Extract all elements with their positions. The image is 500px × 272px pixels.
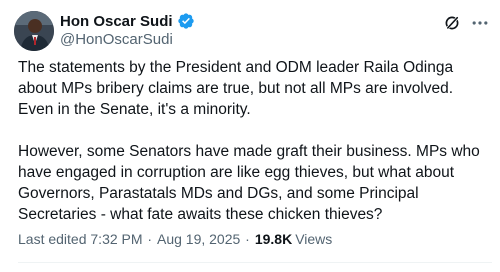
meta-separator: ·: [147, 231, 153, 247]
grok-button[interactable]: [441, 12, 463, 34]
post-paragraph: The statements by the President and ODM …: [18, 59, 454, 118]
views-label: Views: [295, 231, 333, 247]
post-text: The statements by the President and ODM …: [18, 57, 484, 246]
post-date[interactable]: Aug 19, 2025: [157, 231, 240, 247]
author-name-row[interactable]: Hon Oscar Sudi: [60, 12, 195, 30]
grok-icon: [445, 15, 460, 31]
more-options-icon: [472, 21, 488, 25]
post-paragraph: However, some Senators have made graft t…: [18, 143, 480, 223]
more-options-button[interactable]: [468, 12, 492, 34]
meta-separator: ·: [245, 231, 250, 247]
avatar[interactable]: [14, 11, 54, 51]
divider: [18, 262, 492, 263]
author-name[interactable]: Hon Oscar Sudi: [60, 13, 173, 30]
post-time[interactable]: 7:32 PM: [90, 231, 142, 247]
author-handle[interactable]: @HonOscarSudi: [60, 31, 173, 48]
verified-badge-icon: [177, 12, 195, 30]
post-meta: Last edited 7:32 PM · Aug 19, 2025 · 19.8…: [18, 231, 332, 247]
edited-label[interactable]: Last edited: [18, 231, 87, 247]
tweet-card: Hon Oscar Sudi @HonOscarSudi The stateme…: [0, 0, 500, 272]
views-count: 19.8K: [254, 231, 293, 247]
avatar-image: [14, 11, 54, 51]
